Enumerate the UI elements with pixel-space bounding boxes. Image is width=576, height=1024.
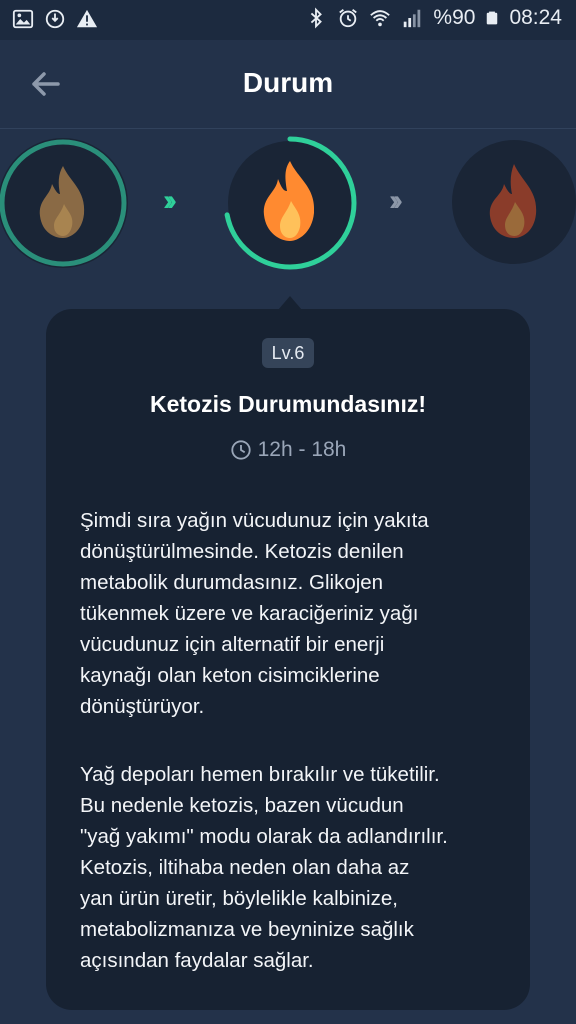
app-bar: Durum [0, 40, 576, 128]
level-previous[interactable] [0, 138, 128, 268]
flame-icon [489, 164, 537, 238]
flame-icon [39, 166, 85, 238]
header-divider [0, 128, 576, 129]
level-badge: Lv.6 [262, 338, 314, 368]
battery-icon [487, 11, 498, 25]
battery-percent: %90 [433, 6, 476, 29]
description-paragraph-2: Yağ depoları hemen bırakılır ve tüketili… [80, 763, 448, 972]
chevron-right-icon: ›› [389, 184, 403, 217]
level-next[interactable] [452, 140, 576, 264]
signal-icon [404, 9, 421, 28]
status-bar: %90 08:24 [0, 0, 576, 40]
warning-icon [76, 9, 98, 28]
alarm-icon [339, 9, 358, 28]
page-title: Durum [242, 67, 334, 98]
bluetooth-icon [311, 7, 323, 29]
time-range-row: 12h - 18h [46, 438, 530, 462]
clock: 08:24 [509, 6, 562, 29]
description-paragraph-1: Şimdi sıra yağın vücudunuz için yakıta d… [80, 509, 429, 718]
wifi-icon [370, 10, 391, 27]
chevron-right-icon: ›› [163, 184, 177, 217]
image-icon [12, 9, 34, 29]
time-range: 12h - 18h [257, 438, 347, 461]
level-next-ring [489, 164, 537, 238]
card-title: Ketozis Durumundasınız! [149, 391, 426, 417]
clock-icon [231, 440, 251, 460]
sync-icon [45, 9, 65, 29]
level-current-ring [223, 136, 357, 270]
level-current[interactable] [222, 135, 358, 271]
level-previous-ring [0, 139, 127, 267]
card-pointer [278, 296, 302, 310]
